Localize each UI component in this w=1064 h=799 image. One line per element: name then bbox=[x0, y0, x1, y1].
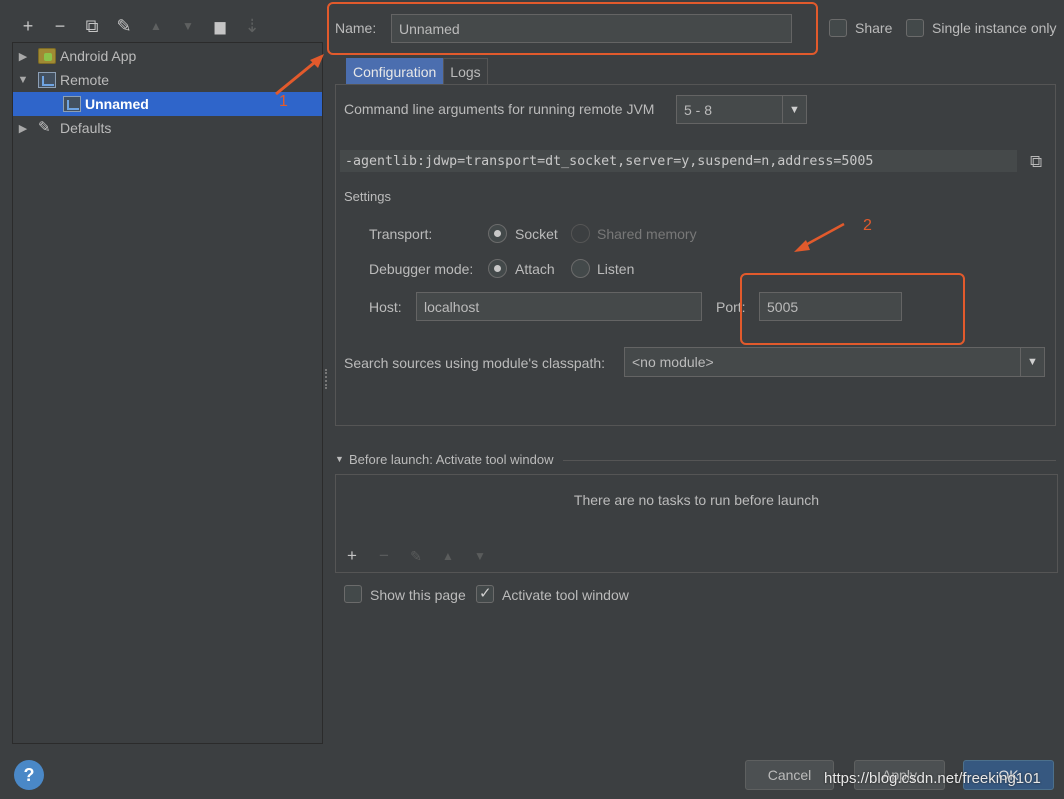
mode-attach-radio[interactable] bbox=[488, 259, 507, 278]
minus-icon: − bbox=[54, 15, 66, 36]
transport-shared-memory-label: Shared memory bbox=[597, 226, 697, 242]
plus-icon: + bbox=[22, 15, 34, 36]
single-instance-label: Single instance only bbox=[932, 20, 1057, 36]
annotation-box-name bbox=[327, 2, 818, 55]
section-divider bbox=[563, 460, 1056, 461]
settings-label: Settings bbox=[344, 189, 391, 204]
transport-socket-radio[interactable] bbox=[488, 224, 507, 243]
tree-item-label: Unnamed bbox=[85, 96, 149, 112]
mode-attach-label: Attach bbox=[515, 261, 555, 277]
cancel-button[interactable]: Cancel bbox=[745, 760, 834, 790]
remote-config-icon bbox=[63, 96, 81, 112]
host-input[interactable]: localhost bbox=[416, 292, 702, 321]
copy-config-button[interactable]: ⧉ bbox=[76, 12, 108, 40]
move-down-button[interactable]: ▼ bbox=[172, 12, 204, 40]
mode-listen-radio[interactable] bbox=[571, 259, 590, 278]
before-launch-title[interactable]: Before launch: Activate tool window bbox=[349, 452, 554, 467]
chevron-down-icon: ▼ bbox=[782, 96, 806, 123]
wrench-icon: ✎ bbox=[38, 119, 51, 136]
search-sources-label: Search sources using module's classpath: bbox=[344, 355, 606, 371]
collapse-arrow-icon[interactable]: ▼ bbox=[16, 74, 30, 86]
expand-arrow-icon[interactable]: ▶ bbox=[16, 50, 30, 63]
tab-bar: Configuration Logs bbox=[346, 58, 488, 84]
move-up-button[interactable]: ▲ bbox=[140, 12, 172, 40]
add-task-icon[interactable]: + bbox=[336, 546, 368, 566]
before-launch-toggle-icon[interactable]: ▼ bbox=[335, 454, 344, 464]
annotation-label-2: 2 bbox=[863, 217, 872, 234]
sort-icon: ⇣ bbox=[244, 15, 260, 36]
edit-defaults-button[interactable]: ✎ bbox=[108, 12, 140, 40]
remote-icon bbox=[38, 72, 56, 88]
tree-item-label: Android App bbox=[60, 48, 137, 64]
activate-tool-window-label: Activate tool window bbox=[502, 587, 629, 603]
debugger-mode-label: Debugger mode: bbox=[369, 261, 474, 277]
annotation-box-port bbox=[740, 273, 965, 345]
arrow-up-icon: ▲ bbox=[150, 19, 162, 33]
splitter-handle[interactable] bbox=[325, 369, 329, 389]
jvm-version-select[interactable]: 5 - 8 ▼ bbox=[676, 95, 807, 124]
annotation-arrow-2 bbox=[794, 222, 845, 252]
remove-task-icon[interactable]: − bbox=[368, 546, 400, 566]
empty-tasks-text: There are no tasks to run before launch bbox=[573, 492, 820, 508]
config-toolbar: + − ⧉ ✎ ▲ ▼ ▆ ⇣ bbox=[12, 12, 322, 40]
move-task-up-icon[interactable]: ▲ bbox=[432, 549, 464, 563]
folder-icon: ▆ bbox=[214, 17, 226, 34]
question-icon: ? bbox=[23, 764, 35, 785]
cmd-args-field[interactable]: -agentlib:jdwp=transport=dt_socket,serve… bbox=[340, 150, 1017, 172]
show-page-checkbox[interactable] bbox=[344, 585, 362, 603]
show-page-label: Show this page bbox=[370, 587, 466, 603]
tree-item-label: Defaults bbox=[60, 120, 112, 136]
tree-item-label: Remote bbox=[60, 72, 110, 88]
cmd-args-label: Command line arguments for running remot… bbox=[344, 101, 655, 117]
module-select[interactable]: <no module> ▼ bbox=[624, 347, 1045, 377]
activate-tool-window-checkbox[interactable] bbox=[476, 584, 494, 603]
tasks-toolbar: + − ✎ ▲ ▼ bbox=[336, 541, 496, 571]
mode-listen-label: Listen bbox=[597, 261, 635, 277]
config-tree: ▶ Android App ▼ Remote Unnamed ▶ ✎ Defau… bbox=[12, 42, 323, 744]
share-checkbox[interactable] bbox=[829, 19, 847, 37]
transport-socket-label: Socket bbox=[515, 226, 558, 242]
copy-args-icon[interactable]: ⧉ bbox=[1030, 152, 1042, 172]
expand-arrow-icon[interactable]: ▶ bbox=[16, 122, 30, 135]
tree-item-defaults[interactable]: ▶ ✎ Defaults bbox=[13, 116, 322, 140]
before-launch-tasks: There are no tasks to run before launch … bbox=[335, 474, 1058, 573]
transport-shared-memory-radio[interactable] bbox=[571, 224, 590, 243]
move-task-down-icon[interactable]: ▼ bbox=[464, 549, 496, 563]
add-config-button[interactable]: + bbox=[12, 12, 44, 40]
sort-button[interactable]: ⇣ bbox=[236, 12, 268, 40]
host-label: Host: bbox=[369, 299, 402, 315]
share-label: Share bbox=[855, 20, 893, 36]
copy-icon: ⧉ bbox=[85, 15, 99, 36]
folder-button[interactable]: ▆ bbox=[204, 12, 236, 40]
remove-config-button[interactable]: − bbox=[44, 12, 76, 40]
tab-configuration[interactable]: Configuration bbox=[346, 58, 444, 84]
transport-label: Transport: bbox=[369, 226, 433, 242]
chevron-down-icon: ▼ bbox=[1020, 348, 1044, 376]
arrow-down-icon: ▼ bbox=[182, 19, 194, 33]
wrench-icon: ✎ bbox=[116, 15, 132, 36]
help-button[interactable]: ? bbox=[14, 760, 44, 790]
module-value: <no module> bbox=[632, 354, 714, 370]
jvm-version-value: 5 - 8 bbox=[684, 101, 713, 118]
android-app-icon bbox=[38, 48, 56, 64]
annotation-label-1: 1 bbox=[279, 93, 288, 110]
watermark: https://blog.csdn.net/freeking101 bbox=[824, 770, 1041, 787]
tab-logs[interactable]: Logs bbox=[443, 58, 488, 84]
single-instance-checkbox[interactable] bbox=[906, 19, 924, 37]
edit-task-icon[interactable]: ✎ bbox=[400, 548, 432, 565]
